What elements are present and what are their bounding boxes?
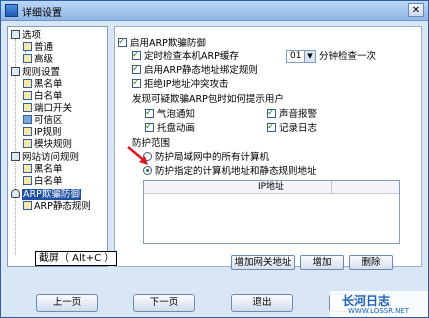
- tray-animation-checkbox[interactable]: 托盘动画: [145, 121, 195, 135]
- arp-static-icon: [23, 201, 32, 210]
- red-arrow-icon: [127, 146, 148, 165]
- tree-item-arp-defense[interactable]: ARP欺骗防御: [11, 189, 81, 201]
- checkbox-checked-icon: [132, 63, 141, 75]
- advanced-icon: [23, 54, 32, 63]
- general-icon: [23, 42, 32, 51]
- options-icon: [11, 30, 20, 39]
- ip-address-table[interactable]: IP地址: [143, 180, 400, 244]
- app-shield-icon: [5, 4, 18, 17]
- tree-item-general[interactable]: 普通: [23, 42, 53, 54]
- module-rule-icon: [23, 139, 32, 148]
- chevron-down-icon: ▼: [304, 51, 315, 62]
- blacklist-icon: [23, 79, 32, 88]
- checkbox-checked-icon: [267, 121, 276, 133]
- record-log-checkbox[interactable]: 记录日志: [267, 121, 317, 135]
- ip-rule-icon: [23, 127, 32, 136]
- check-cache-checkbox[interactable]: 定时检查本机ARP缓存: [132, 49, 239, 63]
- bubble-notify-checkbox[interactable]: 气泡通知: [145, 107, 195, 121]
- tree-item-arp-static[interactable]: ARP静态规则: [23, 201, 91, 213]
- port-switch-icon: [23, 103, 32, 112]
- close-button[interactable]: ✕: [408, 3, 424, 17]
- tree-item-advanced[interactable]: 高级: [23, 54, 53, 66]
- prev-page-button[interactable]: 上一页: [36, 294, 98, 312]
- settings-tree: 选项 普通 高级 规则设置 黑名单 白名单 端口开关 可信区 IP规则 模块规则: [7, 26, 108, 267]
- tree-item-port-switch[interactable]: 端口开关: [23, 103, 72, 115]
- ip-column-header: IP地址: [211, 181, 332, 193]
- tree-item-site-blacklist[interactable]: 黑名单: [23, 164, 63, 176]
- checkbox-checked-icon: [132, 77, 141, 89]
- window-title: 详细设置: [22, 8, 62, 19]
- tree-item-site-whitelist[interactable]: 白名单: [23, 176, 63, 188]
- exit-button[interactable]: 退出: [231, 294, 293, 312]
- checkbox-checked-icon: [267, 107, 276, 119]
- settings-window: 详细设置 ✕ 选项 普通 高级 规则设置 黑名单 白名单 端口开关 可信区 IP…: [0, 0, 429, 318]
- watermark-url: WWW.LOSSR.NET: [348, 307, 410, 315]
- site-whitelist-icon: [23, 176, 32, 185]
- tree-item-ip-rule[interactable]: IP规则: [23, 127, 62, 139]
- arp-defense-icon: [11, 189, 20, 198]
- tree-item-module-rule[interactable]: 模块规则: [23, 139, 72, 151]
- watermark: 长河日志 WWW.LOSSR.NET: [330, 291, 428, 317]
- site-blacklist-icon: [23, 164, 32, 173]
- tree-item-website-rules[interactable]: 网站访问规则: [11, 152, 79, 164]
- table-header: IP地址: [144, 181, 399, 194]
- checkbox-checked-icon: [145, 107, 154, 119]
- tree-item-whitelist[interactable]: 白名单: [23, 91, 63, 103]
- checkbox-checked-icon: [132, 49, 141, 61]
- tree-item-trusted-zone[interactable]: 可信区: [23, 115, 63, 127]
- tree-item-options[interactable]: 选项: [11, 30, 41, 42]
- interval-select[interactable]: 01 ▼: [286, 50, 316, 63]
- trusted-zone-icon: [23, 115, 32, 124]
- delete-button[interactable]: 删除: [349, 255, 393, 270]
- add-gateway-button[interactable]: 增加网关地址: [231, 255, 295, 270]
- title-bar: 详细设置 ✕: [1, 1, 428, 21]
- screenshot-shortcut-tip: 截屏（ Alt+C ）: [35, 251, 117, 266]
- notify-section-title: 发现可疑欺骗ARP包时如何提示用户: [132, 94, 284, 105]
- tree-item-rules[interactable]: 规则设置: [11, 67, 60, 79]
- website-rules-icon: [11, 152, 20, 161]
- add-button[interactable]: 增加: [300, 255, 344, 270]
- whitelist-icon: [23, 91, 32, 100]
- protect-specified-radio[interactable]: 防护指定的计算机地址和静态规则地址: [143, 166, 317, 178]
- tree-item-blacklist[interactable]: 黑名单: [23, 79, 63, 91]
- next-page-button[interactable]: 下一页: [133, 294, 195, 312]
- checkbox-checked-icon: [145, 121, 154, 133]
- protect-all-radio[interactable]: 防护局域网中的所有计算机: [143, 152, 269, 164]
- enable-static-checkbox[interactable]: 启用ARP静态地址绑定规则: [132, 63, 258, 77]
- interval-suffix: 分钟检查一次: [319, 51, 377, 62]
- radio-selected-icon: [143, 166, 152, 175]
- rules-icon: [11, 67, 20, 76]
- checkbox-checked-icon: [118, 36, 127, 48]
- reject-ip-conflict-checkbox[interactable]: 拒绝IP地址冲突攻击: [132, 77, 229, 91]
- sound-alarm-checkbox[interactable]: 声音报警: [267, 107, 317, 121]
- arp-settings-panel: 启用ARP欺骗防御 定时检查本机ARP缓存 01 ▼ 分钟检查一次 启用ARP静…: [114, 26, 422, 270]
